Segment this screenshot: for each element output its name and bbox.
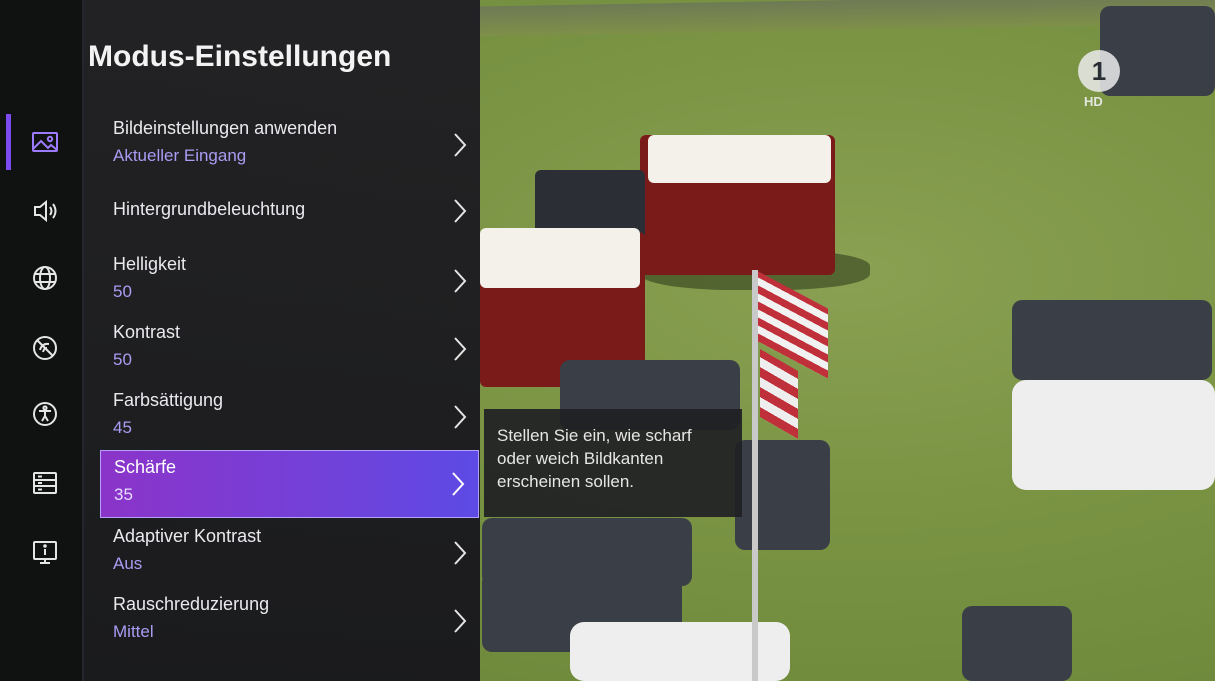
- menu-item-value: Aktueller Eingang: [113, 146, 247, 165]
- menu-item-label: Schärfe: [114, 457, 177, 477]
- storage-icon: [33, 472, 57, 494]
- page-title: Modus-Einstellungen: [88, 40, 392, 73]
- menu-item-label: Rauschreduzierung: [113, 594, 270, 614]
- accessibility-icon: [33, 402, 57, 426]
- chevron-right-icon: [454, 405, 467, 429]
- menu-item-label: Bildeinstellungen anwenden: [113, 118, 338, 138]
- menu-item-sharpness[interactable]: Schärfe 35: [100, 450, 479, 518]
- menu-item-label: Adaptiver Kontrast: [113, 526, 262, 546]
- menu-item-brightness[interactable]: Helligkeit 50: [100, 248, 480, 316]
- suv: [962, 606, 1072, 681]
- channel-logo-circle: 1: [1078, 50, 1120, 92]
- chevron-right-icon: [454, 541, 467, 565]
- sound-icon: [34, 199, 57, 223]
- picture-icon: [32, 132, 58, 152]
- chevron-right-icon: [454, 337, 467, 361]
- menu-item-value: 50: [113, 282, 132, 301]
- white-van: [1012, 380, 1215, 490]
- menu-item-value: 35: [114, 485, 133, 504]
- no-signal-icon: [33, 336, 57, 360]
- channel-logo: 1 HD: [1076, 50, 1124, 112]
- ambulance-2-roof: [480, 228, 640, 288]
- menu-item-contrast[interactable]: Kontrast 50: [100, 316, 480, 384]
- accessibility-category[interactable]: [6, 386, 84, 442]
- menu-item-backlight[interactable]: Hintergrundbeleuchtung: [100, 178, 480, 246]
- help-tooltip: Stellen Sie ein, wie scharf oder weich B…: [484, 409, 742, 517]
- menu-item-noise-reduction[interactable]: Rauschreduzierung Mittel: [100, 588, 480, 656]
- storage-category[interactable]: [6, 455, 84, 511]
- chevron-right-icon: [454, 199, 467, 223]
- ambulance-roof: [648, 135, 831, 183]
- globe-icon: [33, 266, 57, 290]
- chevron-right-icon: [454, 133, 467, 157]
- menu-item-label: Hintergrundbeleuchtung: [113, 199, 306, 219]
- chevron-right-icon: [454, 609, 467, 633]
- menu-item-value: 50: [113, 350, 132, 369]
- menu-item-color-saturation[interactable]: Farbsättigung 45: [100, 384, 480, 452]
- menu-item-adaptive-contrast[interactable]: Adaptiver Kontrast Aus: [100, 520, 480, 588]
- info-icon: [33, 541, 57, 564]
- picture-mode-settings-panel: Modus-Einstellungen Bildeinstellungen an…: [84, 0, 480, 681]
- settings-category-rail: [0, 0, 84, 681]
- flag-2: [760, 349, 798, 439]
- menu-item-apply-picture-settings[interactable]: Bildeinstellungen anwenden Aktueller Ein…: [100, 112, 480, 180]
- menu-item-value: Aus: [113, 554, 143, 573]
- network-category[interactable]: [6, 250, 84, 306]
- chevron-right-icon: [452, 472, 465, 496]
- channel-category[interactable]: [6, 320, 84, 376]
- menu-item-value: 45: [113, 418, 132, 437]
- chevron-right-icon: [454, 269, 467, 293]
- picture-category[interactable]: [6, 114, 84, 170]
- sound-category[interactable]: [6, 183, 84, 239]
- support-category[interactable]: [6, 524, 84, 580]
- menu-item-value: Mittel: [113, 622, 154, 641]
- suv: [735, 440, 830, 550]
- menu-item-label: Helligkeit: [113, 254, 187, 274]
- menu-item-label: Farbsättigung: [113, 390, 224, 410]
- hd-badge: HD: [1084, 94, 1103, 109]
- menu-item-label: Kontrast: [113, 322, 181, 342]
- police-suv: [1012, 300, 1212, 380]
